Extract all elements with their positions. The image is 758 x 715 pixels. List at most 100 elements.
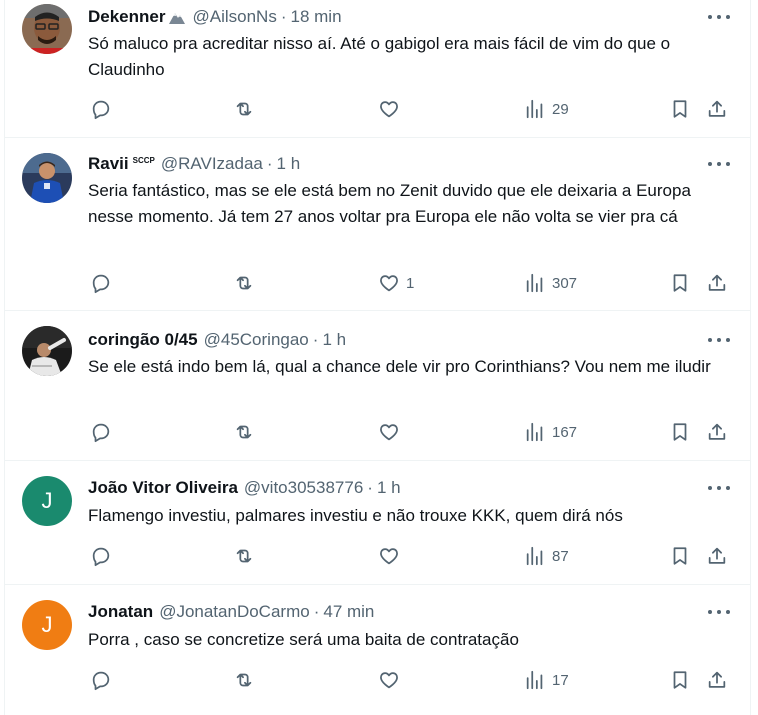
reply-button[interactable] [90, 98, 112, 120]
bookmark-icon [673, 100, 687, 118]
share-icon [708, 423, 726, 440]
more-icon[interactable] [708, 483, 730, 493]
avatar[interactable] [22, 4, 72, 54]
more-icon[interactable] [708, 335, 730, 345]
reply-icon [92, 100, 110, 120]
dot-separator: · [313, 602, 320, 621]
views-icon [526, 422, 543, 442]
bookmark-icon [673, 274, 687, 292]
views-icon [526, 670, 543, 690]
avatar-letter: J [41, 488, 53, 513]
views-button[interactable]: 307 [524, 272, 577, 294]
tweet-header: Ravii SCCP @RAVIzadaa · 1 h [88, 153, 700, 175]
reply-icon [92, 547, 110, 567]
reply-button[interactable] [90, 669, 112, 691]
share-icon [708, 100, 726, 117]
action-bar: 1 307 [5, 272, 750, 296]
reply-feed: Dekenner @AilsonNs · 18 min Só maluco pr… [0, 0, 758, 715]
bookmark-button[interactable] [669, 669, 691, 691]
bookmark-button[interactable] [669, 545, 691, 567]
avatar[interactable]: J [22, 600, 72, 650]
author-name[interactable]: coringão 0/45 [88, 330, 198, 350]
reply-button[interactable] [90, 545, 112, 567]
share-button[interactable] [706, 669, 728, 691]
retweet-button[interactable] [233, 98, 255, 120]
reply-button[interactable] [90, 421, 112, 443]
timestamp[interactable]: 47 min [323, 602, 374, 622]
views-count: 17 [552, 671, 569, 689]
more-icon[interactable] [708, 159, 730, 169]
views-button[interactable]: 87 [524, 545, 569, 567]
share-button[interactable] [706, 421, 728, 443]
action-bar: 167 [5, 421, 750, 445]
bookmark-icon [673, 423, 687, 441]
dot-separator: · [266, 154, 273, 173]
share-icon [708, 547, 726, 564]
tweet-text: Seria fantástico, mas se ele está bem no… [88, 181, 691, 226]
reply-tweet[interactable]: coringão 0/45 @45Coringao · 1 h Se ele e… [5, 311, 750, 461]
reply-tweet[interactable]: J João Vitor Oliveira @vito30538776 · 1 … [5, 461, 750, 585]
tweet-header: Dekenner @AilsonNs · 18 min [88, 6, 700, 28]
dot-separator: · [367, 478, 373, 497]
retweet-button[interactable] [233, 545, 255, 567]
author-name[interactable]: João Vitor Oliveira [88, 478, 238, 498]
team-badge: SCCP [132, 155, 155, 165]
like-button[interactable] [378, 98, 406, 120]
retweet-button[interactable] [233, 669, 255, 691]
bookmark-icon [673, 671, 687, 689]
like-button[interactable] [378, 421, 406, 443]
author-handle[interactable]: @JonatanDoCarmo [159, 602, 310, 622]
action-bar: 87 [5, 545, 750, 569]
timestamp[interactable]: 18 min [291, 7, 342, 27]
author-handle[interactable]: @AilsonNs [192, 7, 276, 27]
more-icon[interactable] [708, 607, 730, 617]
bookmark-button[interactable] [669, 421, 691, 443]
author-name[interactable]: Ravii [88, 154, 129, 174]
views-count: 167 [552, 423, 578, 441]
share-icon [708, 274, 726, 291]
reply-tweet[interactable]: Ravii SCCP @RAVIzadaa · 1 h Seria fantás… [5, 138, 750, 311]
bookmark-button[interactable] [669, 272, 691, 294]
retweet-button[interactable] [233, 272, 255, 294]
like-button[interactable]: 1 [378, 272, 414, 294]
author-handle[interactable]: @45Coringao [204, 330, 309, 350]
author-name[interactable]: Jonatan [88, 602, 153, 622]
bookmark-icon [673, 547, 687, 565]
retweet-icon [236, 276, 252, 290]
tweet-text: Flamengo investiu, palmares investiu e n… [88, 506, 623, 525]
tweet-header: Jonatan @JonatanDoCarmo · 47 min [88, 601, 700, 623]
reply-tweet[interactable]: Dekenner @AilsonNs · 18 min Só maluco pr… [5, 0, 750, 138]
avatar-letter: J [41, 612, 53, 637]
retweet-button[interactable] [233, 421, 255, 443]
views-count: 307 [552, 274, 578, 292]
like-button[interactable] [378, 669, 406, 691]
avatar[interactable]: J [22, 476, 72, 526]
views-icon [526, 99, 543, 119]
tweet-header: coringão 0/45 @45Coringao · 1 h [88, 329, 700, 351]
views-button[interactable]: 167 [524, 421, 577, 443]
reply-button[interactable] [90, 272, 112, 294]
avatar[interactable] [22, 153, 72, 203]
timestamp[interactable]: 1 h [277, 154, 301, 174]
like-button[interactable] [378, 545, 406, 567]
reply-tweet[interactable]: J Jonatan @JonatanDoCarmo · 47 min Porra… [5, 585, 750, 715]
bookmark-button[interactable] [669, 98, 691, 120]
author-name[interactable]: Dekenner [88, 7, 165, 27]
author-handle[interactable]: @RAVIzadaa [161, 154, 263, 174]
views-count: 29 [552, 100, 569, 118]
share-button[interactable] [706, 98, 728, 120]
avatar[interactable] [22, 326, 72, 376]
views-button[interactable]: 29 [524, 98, 569, 120]
more-icon[interactable] [708, 12, 730, 22]
timestamp[interactable]: 1 h [322, 330, 346, 350]
share-button[interactable] [706, 272, 728, 294]
like-icon [380, 672, 398, 689]
share-button[interactable] [706, 545, 728, 567]
dot-separator: · [280, 7, 287, 26]
action-bar: 17 [5, 669, 750, 693]
author-handle[interactable]: @vito30538776 [244, 478, 363, 498]
retweet-icon [236, 549, 252, 563]
timestamp[interactable]: 1 h [377, 478, 401, 498]
views-button[interactable]: 17 [524, 669, 569, 691]
share-icon [708, 671, 726, 688]
